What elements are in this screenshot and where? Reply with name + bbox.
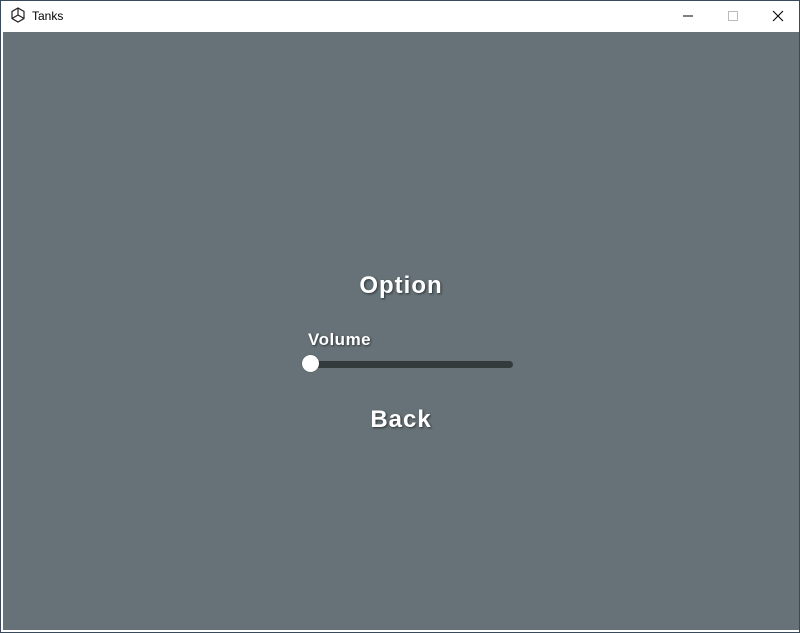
volume-slider-handle[interactable] [302, 355, 319, 372]
options-heading: Option [359, 272, 443, 299]
minimize-icon [683, 15, 693, 16]
volume-slider-track[interactable] [305, 361, 513, 368]
volume-label: Volume [308, 330, 372, 349]
title-bar[interactable]: Tanks [1, 1, 799, 30]
unity-logo-icon [11, 7, 25, 23]
game-viewport: Option Volume Back [3, 32, 799, 630]
back-button[interactable]: Back [351, 403, 451, 437]
volume-slider[interactable] [300, 354, 516, 374]
minimize-button[interactable] [665, 1, 711, 30]
game-window: Tanks Option Volume Back [0, 0, 800, 633]
maximize-icon [728, 10, 738, 21]
close-icon [772, 10, 784, 21]
maximize-button[interactable] [710, 1, 756, 30]
close-button[interactable] [755, 1, 800, 30]
window-title: Tanks [32, 9, 64, 23]
